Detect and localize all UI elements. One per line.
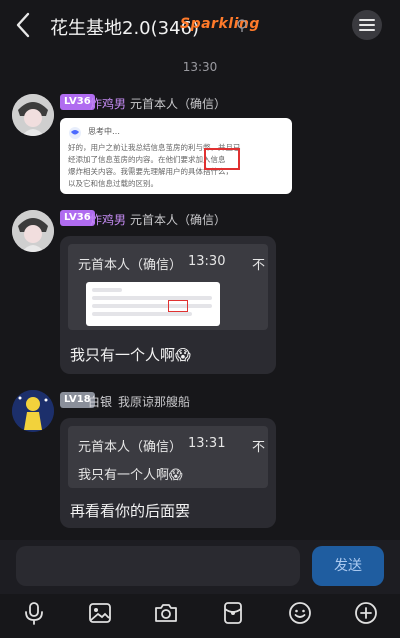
doc-title: 思考中… (88, 127, 120, 136)
quote-text: 我只有一个人啊😱 (78, 468, 183, 483)
avatar[interactable] (12, 210, 54, 252)
pin-icon (236, 18, 248, 32)
emoji-icon[interactable] (287, 600, 313, 626)
avatar[interactable] (12, 390, 54, 432)
doc-text: 好的，用户之前让我总结信息茧房的利与弊，并且已 经添加了信息茧房的内容。在他们要… (68, 143, 241, 188)
sender-name: 我原谅那艘船 (118, 395, 191, 409)
camera-icon[interactable] (153, 600, 179, 626)
time-divider: 13:30 (182, 60, 218, 74)
red-packet-icon[interactable] (220, 600, 246, 626)
plus-icon[interactable] (353, 600, 379, 626)
menu-button[interactable] (352, 10, 382, 40)
chat-title: 花生基地2.0(346) (50, 18, 200, 39)
message-text: 我只有一个人啊😱 (70, 346, 191, 364)
message-bubble[interactable]: 元首本人（确信） 13:30 不 我只有一个人啊😱 (60, 236, 276, 374)
highlight-box (204, 148, 240, 170)
app-logo-icon (69, 127, 81, 139)
highlight-box (168, 300, 188, 312)
send-button[interactable]: 发送 (312, 546, 384, 586)
sender-name: 元首本人（确信） (130, 97, 227, 111)
quoted-image-thumbnail (86, 282, 220, 326)
message-bubble[interactable]: 元首本人（确信） 13:31 不 我只有一个人啊😱 再看看你的后面罢 (60, 418, 276, 528)
message-text: 再看看你的后面罢 (70, 502, 191, 520)
nickname: 炸鸡男 (90, 97, 127, 111)
image-icon[interactable] (87, 600, 113, 626)
avatar[interactable] (12, 94, 54, 136)
back-button[interactable] (10, 10, 38, 40)
quote-flag: 不 (252, 258, 266, 273)
quote-time: 13:30 (188, 254, 226, 269)
sender-name: 元首本人（确信） (130, 213, 227, 227)
message-input[interactable] (16, 546, 300, 586)
microphone-icon[interactable] (21, 600, 47, 626)
input-toolbar (0, 594, 400, 638)
quote-sender: 元首本人（确信） (78, 440, 183, 455)
image-message[interactable]: 思考中… 好的，用户之前让我总结信息茧房的利与弊，并且已 经添加了信息茧房的内容… (60, 118, 292, 194)
quote-block[interactable]: 元首本人（确信） 13:30 不 (68, 244, 268, 330)
quote-sender: 元首本人（确信） (78, 258, 183, 273)
hamburger-icon (359, 19, 375, 31)
chevron-left-icon (16, 12, 30, 38)
quote-flag: 不 (252, 440, 266, 455)
nickname: 炸鸡男 (90, 213, 127, 227)
quote-block[interactable]: 元首本人（确信） 13:31 不 我只有一个人啊😱 (68, 426, 268, 488)
avatar-image (12, 210, 54, 252)
nickname: 白银 (88, 395, 113, 409)
quote-time: 13:31 (188, 436, 226, 451)
avatar-image (12, 94, 54, 136)
avatar-image (12, 390, 54, 432)
